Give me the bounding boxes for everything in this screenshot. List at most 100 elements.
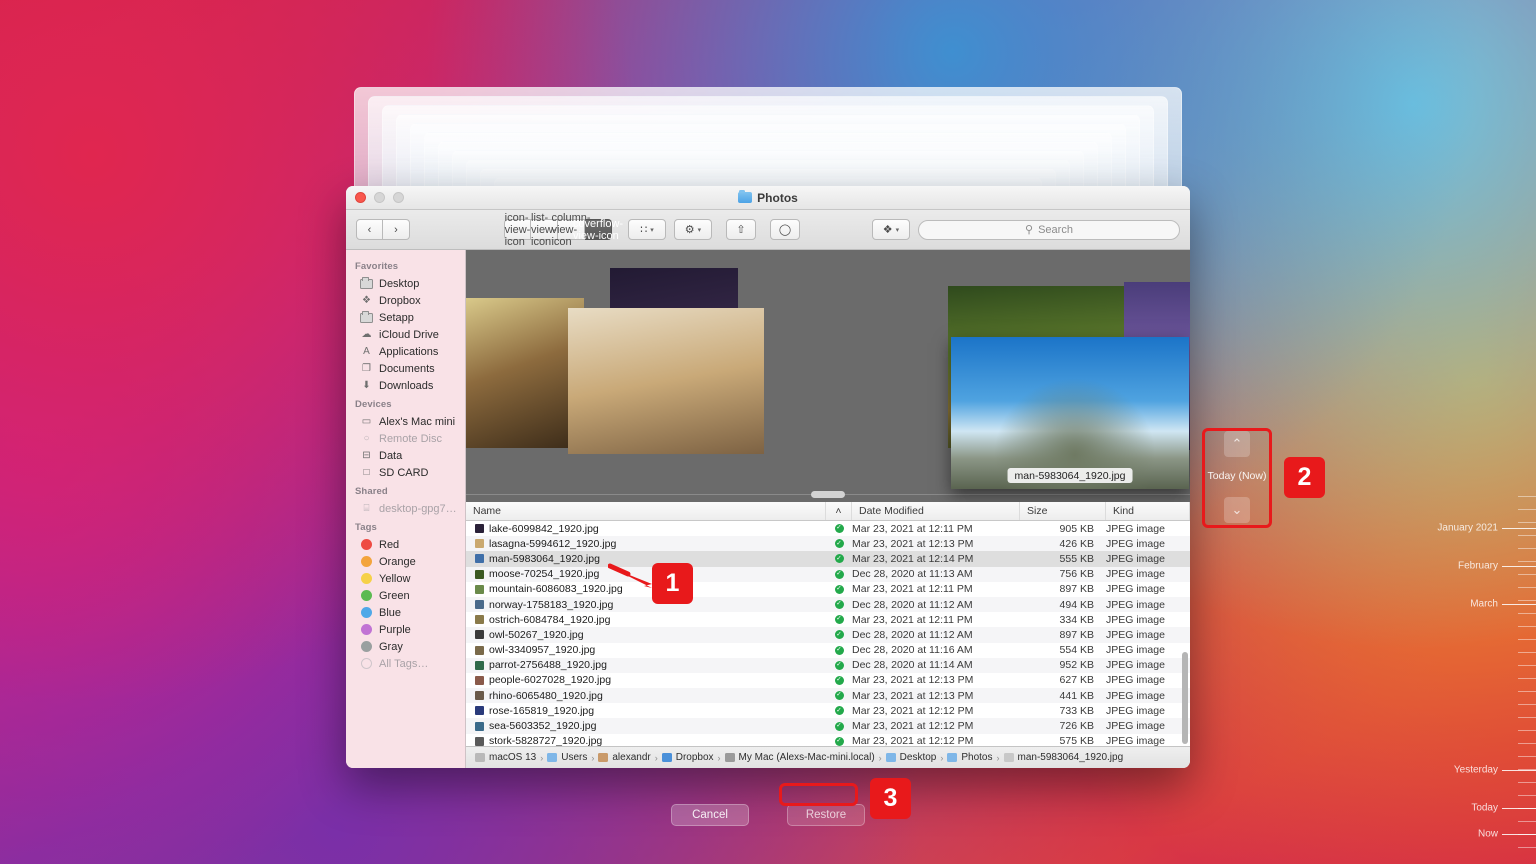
back-button[interactable]: ‹ xyxy=(356,219,383,240)
cancel-button[interactable]: Cancel xyxy=(671,804,749,826)
icon-view-icon[interactable]: icon-view-icon xyxy=(504,212,531,248)
breadcrumb-item[interactable]: Dropbox xyxy=(661,752,714,763)
timeline-tick[interactable] xyxy=(1518,509,1536,510)
timeline-label[interactable]: Yesterday xyxy=(1454,765,1498,776)
sidebar-item-dropbox[interactable]: ❖ Dropbox xyxy=(346,292,465,309)
table-row[interactable]: rose-165819_1920.jpg ✓ Mar 23, 2021 at 12:… xyxy=(466,703,1190,718)
timeline-tick[interactable] xyxy=(1518,847,1536,848)
sidebar-item-data[interactable]: ⊟ Data xyxy=(346,447,465,464)
table-row[interactable]: ostrich-6084784_1920.jpg ✓ Mar 23, 2021 at… xyxy=(466,612,1190,627)
sidebar-item-icloud-drive[interactable]: ☁ iCloud Drive xyxy=(346,326,465,343)
timeline-tick[interactable] xyxy=(1518,795,1536,796)
sidebar-item-purple[interactable]: Purple xyxy=(346,621,465,638)
coverflow-thumbnail[interactable] xyxy=(466,298,584,448)
file-size-cell: 426 KB xyxy=(1059,537,1094,550)
sidebar-item-orange[interactable]: Orange xyxy=(346,553,465,570)
table-row[interactable]: parrot-2756488_1920.jpg ✓ Dec 28, 2020 at … xyxy=(466,657,1190,673)
breadcrumb-item[interactable]: alexandr xyxy=(598,752,651,763)
scrollbar-track-left xyxy=(466,493,811,496)
sidebar-item-applications[interactable]: A Applications xyxy=(346,343,465,360)
coverflow-view-icon[interactable]: coverflow-view-icon xyxy=(573,218,623,242)
table-row[interactable]: lake-6099842_1920.jpg ✓ Mar 23, 2021 at 12… xyxy=(466,521,1190,536)
timeline-tick[interactable] xyxy=(1518,587,1536,588)
share-button[interactable]: ⇧ xyxy=(726,219,756,240)
timeline-tick[interactable] xyxy=(1518,496,1536,497)
sidebar-item-gray[interactable]: Gray xyxy=(346,638,465,655)
column-header-name[interactable]: Name xyxy=(466,502,826,520)
file-name-text: owl-3340957_1920.jpg xyxy=(489,644,596,657)
sidebar-item-alex-s-mac-mini[interactable]: ▭ Alex's Mac mini xyxy=(346,413,465,430)
timeline-tick[interactable] xyxy=(1518,626,1536,627)
column-header-kind[interactable]: Kind xyxy=(1106,502,1190,520)
table-row[interactable]: rhino-6065480_1920.jpg ✓ Mar 23, 2021 at 1… xyxy=(466,688,1190,704)
timeline-tick[interactable] xyxy=(1518,639,1536,640)
sidebar-item-desktop-gpg7[interactable]: ⌸ desktop-gpg7… xyxy=(346,500,465,517)
sidebar-item-red[interactable]: Red xyxy=(346,536,465,553)
breadcrumb-item[interactable]: Desktop xyxy=(885,752,936,763)
table-row[interactable]: sea-5603352_1920.jpg ✓ Mar 23, 2021 at 12:… xyxy=(466,718,1190,734)
sidebar-item-desktop[interactable]: Desktop xyxy=(346,275,465,292)
breadcrumb-item[interactable]: Users xyxy=(547,752,587,763)
timeline-tick[interactable] xyxy=(1518,730,1536,731)
coverflow-selected-image[interactable]: man-5983064_1920.jpg xyxy=(951,337,1189,489)
check-icon: ✓ xyxy=(834,675,844,685)
timeline-tick[interactable] xyxy=(1518,548,1536,549)
breadcrumb-item[interactable]: macOS 13 xyxy=(475,752,536,763)
coverflow-scrollbar[interactable] xyxy=(466,491,1190,498)
coverflow-thumbnail[interactable] xyxy=(568,308,764,454)
timeline-tick[interactable] xyxy=(1518,600,1536,601)
timeline-tick[interactable] xyxy=(1518,678,1536,679)
timeline-label[interactable]: February xyxy=(1458,561,1498,572)
sidebar-item-documents[interactable]: ❐ Documents xyxy=(346,360,465,377)
table-row[interactable]: owl-3340957_1920.jpg ✓ Dec 28, 2020 at 11:… xyxy=(466,643,1190,658)
search-input[interactable]: ⚲ Search xyxy=(918,219,1180,240)
table-row[interactable]: lasagna-5994612_1920.jpg ✓ Mar 23, 2021 at… xyxy=(466,536,1190,552)
timeline-tick[interactable] xyxy=(1518,652,1536,653)
timeline-tick[interactable] xyxy=(1518,691,1536,692)
sidebar-item-yellow[interactable]: Yellow xyxy=(346,570,465,587)
arrange-button[interactable]: ∷ ▾ xyxy=(628,219,666,240)
timeline-tick[interactable] xyxy=(1518,717,1536,718)
timeline-tick[interactable] xyxy=(1518,743,1536,744)
column-header-date-modified[interactable]: Date Modified xyxy=(852,502,1020,520)
table-row[interactable]: norway-1758183_1920.jpg ✓ Dec 28, 2020 at … xyxy=(466,596,1190,613)
table-row[interactable]: stork-5828727_1920.jpg ✓ Mar 23, 2021 at 1… xyxy=(466,734,1190,746)
dropbox-menu-button[interactable]: ❖ ▾ xyxy=(872,219,910,240)
sidebar-item-remote-disc[interactable]: ○ Remote Disc xyxy=(346,430,465,447)
timeline-tick[interactable] xyxy=(1518,574,1536,575)
sidebar-item-downloads[interactable]: ⬇ Downloads xyxy=(346,377,465,394)
breadcrumb-item[interactable]: man-5983064_1920.jpg xyxy=(1003,752,1123,763)
restore-button[interactable]: Restore xyxy=(787,804,865,826)
sidebar-item-blue[interactable]: Blue xyxy=(346,604,465,621)
timeline-label[interactable]: March xyxy=(1470,599,1498,610)
column-header-size[interactable]: Size xyxy=(1020,502,1106,520)
timeline-label[interactable]: January 2021 xyxy=(1437,523,1498,534)
timeline-label[interactable]: Now xyxy=(1478,829,1498,840)
table-row[interactable]: man-5983064_1920.jpg ✓ Mar 23, 2021 at 12:… xyxy=(466,551,1190,567)
file-list-scrollbar[interactable] xyxy=(1182,652,1188,744)
table-row[interactable]: moose-70254_1920.jpg ✓ Dec 28, 2020 at 11:… xyxy=(466,566,1190,582)
timeline-tick[interactable] xyxy=(1518,522,1536,523)
timeline-tick[interactable] xyxy=(1518,665,1536,666)
timeline-tick[interactable] xyxy=(1518,613,1536,614)
timeline-tick[interactable] xyxy=(1518,704,1536,705)
sidebar-item-setapp[interactable]: Setapp xyxy=(346,309,465,326)
forward-button[interactable]: › xyxy=(383,219,410,240)
action-menu-button[interactable]: ⚙ ▾ xyxy=(674,219,712,240)
timeline-tick[interactable] xyxy=(1518,782,1536,783)
sidebar-item-green[interactable]: Green xyxy=(346,587,465,604)
time-machine-timeline[interactable]: January 2021 February March Yesterday Today N… xyxy=(1400,0,1536,864)
timeline-tick[interactable] xyxy=(1518,535,1536,536)
file-size-cell: 554 KB xyxy=(1059,644,1094,657)
scrollbar-thumb[interactable] xyxy=(811,491,845,498)
table-row[interactable]: mountain-6086083_1920.jpg ✓ Mar 23, 2021 a… xyxy=(466,582,1190,597)
breadcrumb-item[interactable]: Photos xyxy=(947,752,993,763)
timeline-tick[interactable] xyxy=(1518,756,1536,757)
breadcrumb-item[interactable]: My Mac (Alexs-Mac-mini.local) xyxy=(724,752,875,763)
tags-button[interactable]: ◯ xyxy=(770,219,800,240)
sidebar-item-sd-card[interactable]: □ SD CARD xyxy=(346,464,465,481)
timeline-tick[interactable] xyxy=(1518,561,1536,562)
sidebar-item-all-tags[interactable]: All Tags… xyxy=(346,655,465,672)
table-row[interactable]: owl-50267_1920.jpg ✓ Dec 28, 2020 at 11:12… xyxy=(466,627,1190,643)
table-row[interactable]: people-6027028_1920.jpg ✓ Mar 23, 2021 at … xyxy=(466,673,1190,688)
